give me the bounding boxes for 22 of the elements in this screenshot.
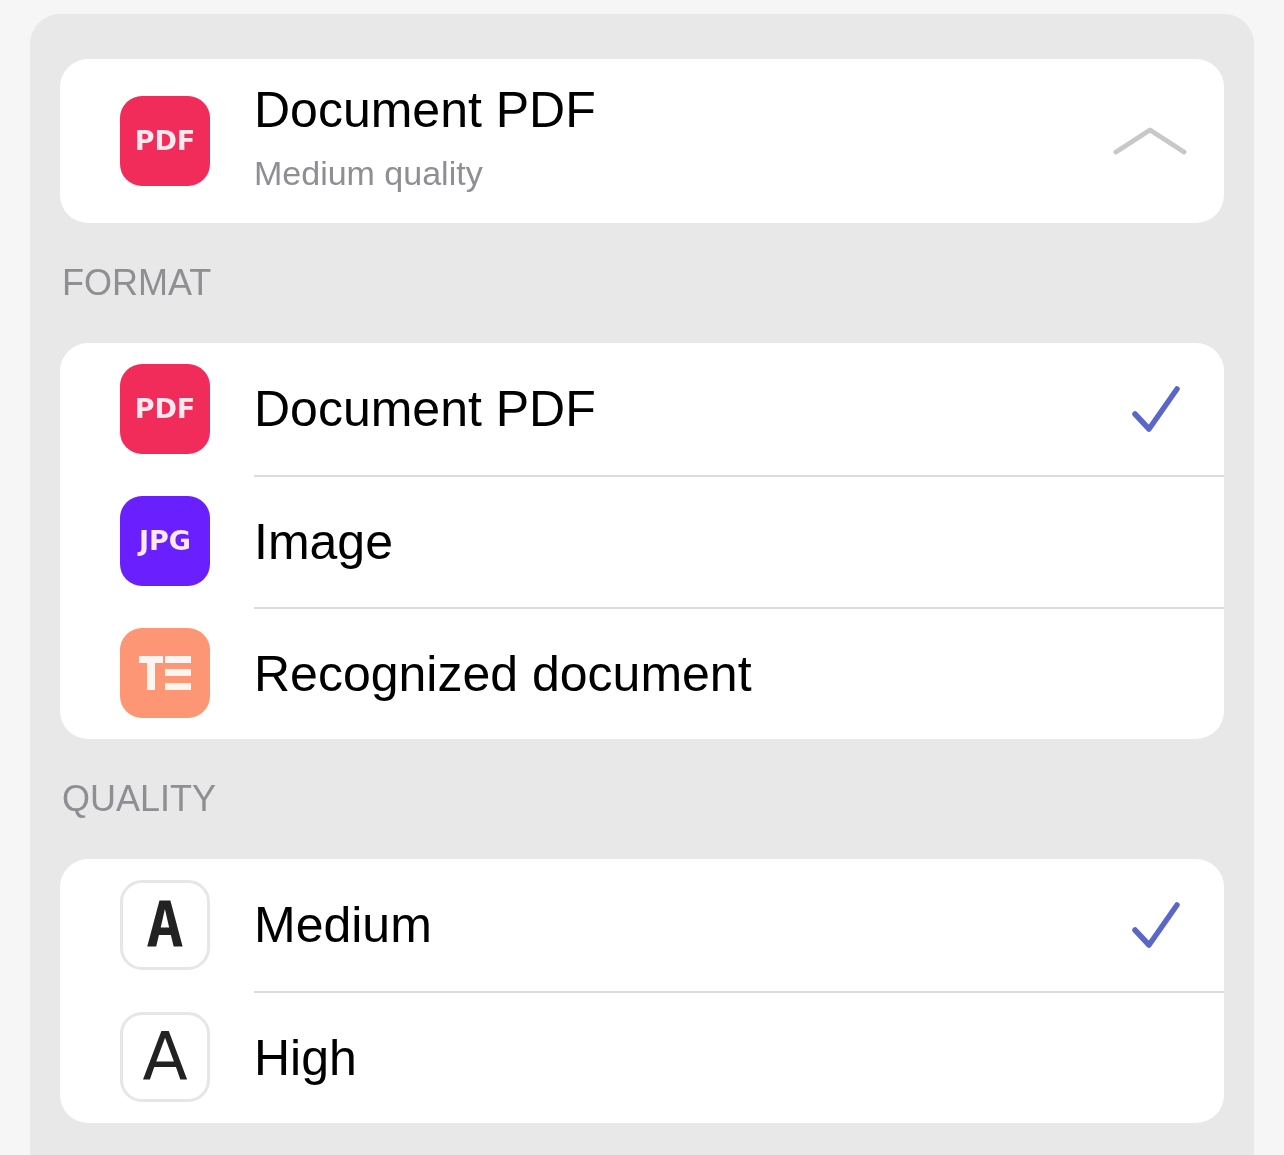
option-row[interactable]: JPG Image [60, 475, 1224, 607]
option-row[interactable]: Recognized document [60, 607, 1224, 739]
section-heading: FORMAT [62, 261, 212, 305]
checkmark-icon [1132, 386, 1180, 432]
option-row[interactable]: A Medium [60, 859, 1224, 991]
option-label: High [254, 1028, 358, 1088]
option-label: Image [254, 512, 394, 572]
option-label: Recognized document [254, 644, 753, 704]
option-row[interactable]: A High [60, 991, 1224, 1123]
option-label: Medium [254, 895, 433, 955]
option-label: Document PDF [254, 379, 597, 439]
file-type-icon: PDF [120, 96, 210, 186]
section-heading: QUALITY [62, 777, 217, 821]
format-summary-card[interactable]: PDF Document PDF Medium quality [60, 59, 1224, 223]
checkmark-icon [1132, 902, 1180, 948]
option-row[interactable]: PDF Document PDF [60, 343, 1224, 475]
file-type-icon: PDF [120, 364, 210, 454]
subtitle: Medium quality [254, 153, 484, 194]
title: Document PDF [254, 83, 597, 138]
letter-icon: A [120, 1012, 210, 1102]
letter-icon: A [120, 880, 210, 970]
file-type-icon: JPG [120, 496, 210, 586]
